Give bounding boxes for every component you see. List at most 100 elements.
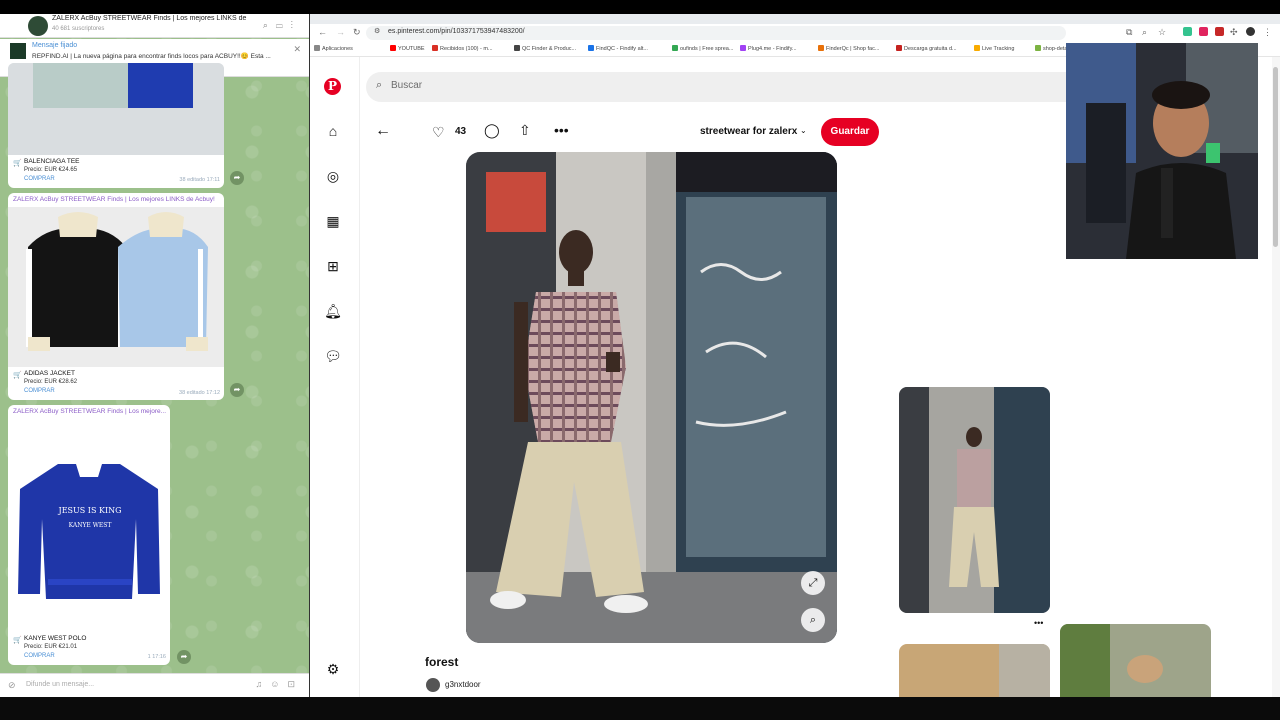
bell-icon[interactable]: ♫: [256, 679, 271, 689]
comments-icon[interactable]: ▭: [276, 20, 291, 30]
post-image[interactable]: JESUS IS KING KANYE WEST: [8, 419, 170, 634]
board-selector[interactable]: streetwear for zalerx: [700, 126, 797, 137]
bookmark-favicon-icon: [432, 45, 438, 51]
visual-search-icon[interactable]: ⌕: [801, 608, 825, 632]
bookmark-favicon-icon: [974, 45, 980, 51]
top-black-bar: [0, 0, 1280, 14]
post-author: ZALERX AcBuy STREETWEAR Finds | Los mejo…: [13, 196, 215, 203]
bookmark-item[interactable]: Aplicaciones: [314, 45, 353, 52]
search-icon[interactable]: ⌕: [263, 20, 276, 30]
chevron-down-icon[interactable]: ⌄: [800, 126, 807, 135]
settings-icon[interactable]: ⚙: [324, 660, 342, 678]
emoji-icon[interactable]: ☺: [270, 679, 287, 689]
star-icon[interactable]: ☆: [1158, 27, 1166, 38]
channel-title: ZALERX AcBuy STREETWEAR Finds | Los mejo…: [52, 15, 247, 22]
share-icon[interactable]: ⇧: [519, 122, 531, 139]
search-icon: ⌕: [376, 79, 383, 91]
tab-strip: [310, 14, 1280, 24]
jersey-subtext: KANYE WEST: [68, 522, 112, 529]
bookmark-label: Recibidos (100) - m...: [440, 46, 493, 52]
close-icon[interactable]: ✕: [293, 44, 301, 55]
related-pin[interactable]: [1060, 624, 1211, 697]
bookmark-item[interactable]: FindQC - Findify alt...: [588, 45, 648, 52]
bookmark-item[interactable]: YOUTUBE: [390, 45, 425, 52]
related-pin-image: [1060, 624, 1211, 697]
bookmark-label: FindQC - Findify alt...: [596, 46, 648, 52]
username[interactable]: g3nxtdoor: [445, 680, 481, 689]
bookmark-item[interactable]: QC Finder & Produc...: [514, 45, 576, 52]
user-avatar[interactable]: [426, 678, 440, 692]
webcam-feed: [1066, 43, 1258, 259]
bookmark-item[interactable]: Recibidos (100) - m...: [432, 45, 493, 52]
page-scrollbar[interactable]: [1272, 57, 1280, 697]
post-image[interactable]: [8, 63, 224, 155]
heart-icon[interactable]: ♡: [432, 124, 445, 141]
bookmark-label: oufinds | Free sprea...: [680, 46, 734, 52]
bookmark-favicon-icon: [740, 45, 746, 51]
header-icons: ⌕▭⋮: [263, 20, 301, 31]
related-pin[interactable]: [899, 387, 1050, 613]
search-bar[interactable]: ⌕ Buscar: [366, 72, 1086, 102]
buy-link[interactable]: COMPRAR: [24, 388, 55, 394]
scroll-thumb[interactable]: [1273, 67, 1278, 247]
browser-menu-icon[interactable]: ⋮: [1263, 27, 1272, 38]
more-options-icon[interactable]: •••: [1034, 618, 1043, 628]
chat-header[interactable]: ZALERX AcBuy STREETWEAR Finds | Los mejo…: [0, 14, 309, 38]
extension-icon[interactable]: [1215, 27, 1224, 36]
bookmark-favicon-icon: [818, 45, 824, 51]
product-name: BALENCIAGA TEE: [24, 158, 80, 165]
attach-icon[interactable]: ⊘: [8, 680, 16, 691]
bookmark-item[interactable]: FinderQc | Shop fac...: [818, 45, 879, 52]
boards-icon[interactable]: ▦: [324, 212, 342, 230]
pinterest-sidebar: P ⌂ ◎ ▦ ⊞ 🔔︎ 💬︎ ⚙: [310, 57, 360, 697]
zoom-icon[interactable]: ⌕: [1142, 27, 1147, 38]
home-icon[interactable]: ⌂: [324, 122, 342, 140]
bot-icon[interactable]: ⊡: [287, 679, 303, 689]
bookmark-label: Descarga gratuita d...: [904, 46, 957, 52]
forward-icon[interactable]: ➦: [177, 650, 191, 664]
pin-main-image[interactable]: [466, 152, 837, 643]
pinned-thumbnail: [10, 43, 26, 59]
search-input[interactable]: Buscar: [391, 80, 422, 91]
more-icon[interactable]: ⋮: [291, 20, 301, 30]
input-icons: ♫☺⊡: [256, 679, 304, 690]
bookmark-item[interactable]: Live Tracking: [974, 45, 1014, 52]
back-arrow-icon[interactable]: ←: [375, 122, 391, 140]
more-options-icon[interactable]: •••: [554, 122, 569, 138]
forward-arrow-icon[interactable]: →: [336, 27, 345, 37]
forward-icon[interactable]: ➦: [230, 171, 244, 185]
site-info-icon[interactable]: ⚙: [374, 27, 380, 35]
webcam-overlay: [1066, 43, 1258, 259]
post-meta: 38 editado 17:11: [179, 177, 220, 183]
forward-icon[interactable]: ➦: [230, 383, 244, 397]
notifications-icon[interactable]: 🔔︎: [324, 302, 342, 320]
post-image[interactable]: [8, 207, 224, 367]
reload-icon[interactable]: ↻: [353, 27, 361, 38]
address-bar[interactable]: ⚙ es.pinterest.com/pin/10337175394748320…: [366, 26, 1066, 40]
install-icon[interactable]: ⧉: [1126, 27, 1132, 38]
buy-link[interactable]: COMPRAR: [24, 176, 55, 182]
save-button[interactable]: Guardar: [821, 118, 879, 146]
messages-icon[interactable]: 💬︎: [324, 347, 342, 365]
create-icon[interactable]: ⊞: [324, 257, 342, 275]
bookmark-item[interactable]: Plug4.me - Findify...: [740, 45, 797, 52]
related-pin[interactable]: [899, 644, 1050, 697]
back-arrow-icon[interactable]: ←: [318, 27, 327, 37]
comment-icon[interactable]: ◯: [484, 122, 500, 139]
extension-icon[interactable]: [1199, 27, 1208, 36]
message-input[interactable]: Difunde un mensaje...: [26, 681, 94, 688]
profile-avatar[interactable]: [1246, 27, 1255, 36]
extensions-puzzle-icon[interactable]: ✣: [1230, 27, 1238, 38]
channel-avatar[interactable]: [28, 16, 48, 36]
subscriber-count: 40 681 suscriptores: [52, 26, 105, 32]
extension-icon[interactable]: [1183, 27, 1192, 36]
buy-link[interactable]: COMPRAR: [24, 653, 55, 659]
message-input-bar: ⊘ Difunde un mensaje... ♫☺⊡: [0, 673, 309, 697]
bookmark-item[interactable]: Descarga gratuita d...: [896, 45, 957, 52]
pin-title: forest: [425, 655, 459, 669]
explore-icon[interactable]: ◎: [324, 167, 342, 185]
bookmark-item[interactable]: oufinds | Free sprea...: [672, 45, 733, 52]
expand-icon[interactable]: ⤢: [801, 571, 825, 595]
pinterest-logo-icon[interactable]: P: [324, 78, 341, 95]
product-price: Precio: EUR €28.62: [24, 379, 78, 385]
